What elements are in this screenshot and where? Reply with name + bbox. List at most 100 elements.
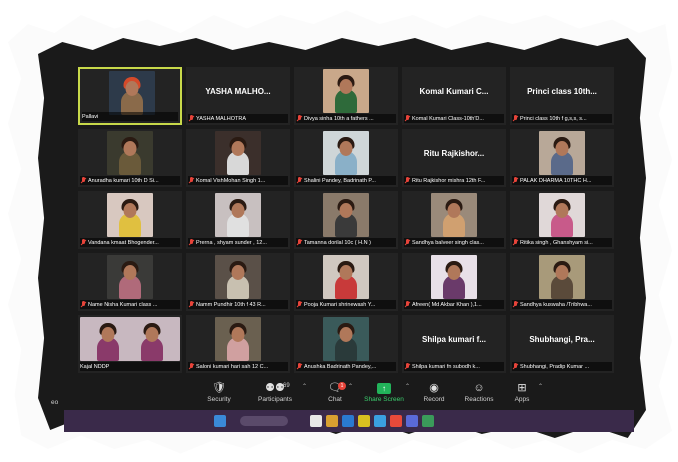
share-screen-button[interactable]: ↑ Share Screen	[359, 382, 409, 408]
participant-tile[interactable]: Afreen( Md Akbar Khan ),1...	[402, 253, 506, 311]
participant-caption: Anushka Badrinath Pandey,...	[296, 362, 396, 371]
participant-video	[215, 131, 261, 175]
taskbar-app-icon[interactable]	[374, 415, 386, 427]
participant-caption: Komal Kumari Class-10th'D...	[404, 114, 504, 123]
participant-tile[interactable]: Sandhya kuswaha /Tribhwa...	[510, 253, 614, 311]
mic-off-icon	[404, 115, 410, 122]
participants-caret-icon[interactable]: ⌃	[302, 383, 307, 390]
mic-off-icon	[296, 301, 302, 308]
mic-off-icon	[512, 239, 518, 246]
participant-display-name: Princi class 10th...	[527, 87, 597, 96]
participant-caption: Shalini Pandey, Badrinath P...	[296, 176, 396, 185]
participant-name: Ritika singh , Ghanshyam si...	[520, 239, 593, 246]
participant-name: Sandhya kuswaha /Tribhwa...	[520, 301, 592, 308]
participant-caption: Afreen( Md Akbar Khan ),1...	[404, 300, 504, 309]
participant-caption: Anuradha kumari 10th D Si...	[80, 176, 180, 185]
participant-video	[431, 255, 477, 299]
participant-tile[interactable]: Divya sinha 10th a fathers ...	[294, 67, 398, 125]
participant-name: Princi class 10th f g,s,s, s...	[520, 115, 587, 122]
participant-name: Tamanna dorilal 10c ( H.N )	[304, 239, 371, 246]
participant-video	[323, 69, 369, 113]
participant-tile[interactable]: PALAK DHARMA 10THC H...	[510, 129, 614, 187]
chat-badge: 1	[338, 382, 346, 390]
participant-name: Divya sinha 10th a fathers ...	[304, 115, 374, 122]
taskbar-search[interactable]	[240, 416, 288, 426]
participant-video	[539, 193, 585, 237]
mic-off-icon	[296, 115, 302, 122]
participant-tile[interactable]: Kajal NDDP	[78, 315, 182, 373]
participant-name: Sandhya balveer singh clas...	[412, 239, 484, 246]
participant-tile[interactable]: Namm Pundhir 10th f 43 R...	[186, 253, 290, 311]
chat-caret-icon[interactable]: ⌃	[348, 383, 353, 390]
participant-tile[interactable]: Anushka Badrinath Pandey,...	[294, 315, 398, 373]
participant-name: Shalini Pandey, Badrinath P...	[304, 177, 376, 184]
participants-button[interactable]: ⚉⚉ 69 Participants	[250, 382, 300, 408]
taskbar-app-icon[interactable]	[358, 415, 370, 427]
participant-caption: Divya sinha 10th a fathers ...	[296, 114, 396, 123]
participant-name: YASHA MALHOTRA	[196, 115, 247, 122]
participant-display-name: YASHA MALHO...	[205, 87, 271, 96]
taskbar-app-icon[interactable]	[406, 415, 418, 427]
mic-off-icon	[296, 239, 302, 246]
mic-off-icon	[404, 301, 410, 308]
mic-off-icon	[512, 363, 518, 370]
participant-tile[interactable]: Sandhya balveer singh clas...	[402, 191, 506, 249]
toolbar-edge-label: eo	[51, 399, 59, 406]
participant-name: Komal VishMohan Singh 1...	[196, 177, 266, 184]
participant-caption: Sandhya balveer singh clas...	[404, 238, 504, 247]
participant-tile[interactable]: Komal Kumari C... Komal Kumari Class-10th…	[402, 67, 506, 125]
participant-tile[interactable]: Tamanna dorilal 10c ( H.N )	[294, 191, 398, 249]
participant-video	[80, 317, 180, 361]
participant-tile[interactable]: Name Nisha Kumari class ...	[78, 253, 182, 311]
participants-count: 69	[283, 383, 290, 389]
participant-display-name: Ritu Rajkishor...	[423, 149, 485, 158]
security-button[interactable]: 🛡︎ Security	[194, 382, 244, 408]
participant-tile[interactable]: YASHA MALHO... YASHA MALHOTRA	[186, 67, 290, 125]
mic-off-icon	[80, 239, 86, 246]
participant-name: Pallavi	[82, 113, 99, 120]
participant-tile[interactable]: Princi class 10th... Princi class 10th f …	[510, 67, 614, 125]
participant-video	[323, 255, 369, 299]
mic-off-icon	[404, 177, 410, 184]
record-button[interactable]: ◉ Record	[409, 382, 459, 408]
participant-tile[interactable]: Pallavi	[78, 67, 182, 125]
participant-caption: PALAK DHARMA 10THC H...	[512, 176, 612, 185]
participant-name: Komal Kumari Class-10th'D...	[412, 115, 484, 122]
participant-tile[interactable]: Shubhangi, Pra... Shubhangi, Pradip Kumar…	[510, 315, 614, 373]
participant-tile[interactable]: Ritu Rajkishor... Ritu Rajkishor mishra 1…	[402, 129, 506, 187]
collage-stage: Pallavi YASHA MALHO... YASHA MALHOTRA Divya…	[0, 0, 678, 462]
participant-name: Shilpa kumari fn subodh k...	[412, 363, 480, 370]
participant-name: Anushka Badrinath Pandey,...	[304, 363, 377, 370]
participant-tile[interactable]: Anuradha kumari 10th D Si...	[78, 129, 182, 187]
taskbar-app-icon[interactable]	[214, 415, 226, 427]
taskbar-app-icon[interactable]	[342, 415, 354, 427]
participant-tile[interactable]: Pooja Kumari shrinewash Y...	[294, 253, 398, 311]
participant-caption: Ritu Rajkishor mishra 12th F...	[404, 176, 504, 185]
participant-video	[539, 131, 585, 175]
participant-video	[539, 255, 585, 299]
mic-off-icon	[188, 115, 194, 122]
apps-caret-icon[interactable]: ⌃	[538, 383, 543, 390]
participant-tile[interactable]: Shalini Pandey, Badrinath P...	[294, 129, 398, 187]
share-arrow-icon: ↑	[377, 383, 391, 394]
taskbar-app-icon[interactable]	[326, 415, 338, 427]
participant-video	[107, 131, 153, 175]
participant-tile[interactable]: Shilpa kumari f... Shilpa kumari fn subod…	[402, 315, 506, 373]
participant-video	[107, 255, 153, 299]
participant-name: Name Nisha Kumari class ...	[88, 301, 158, 308]
participant-caption: Kajal NDDP	[80, 362, 180, 371]
participant-caption: Saloni kumari hari sah 12 C...	[188, 362, 288, 371]
participant-tile[interactable]: Saloni kumari hari sah 12 C...	[186, 315, 290, 373]
taskbar-app-icon[interactable]	[390, 415, 402, 427]
participant-display-name: Shilpa kumari f...	[421, 335, 486, 344]
participant-tile[interactable]: Komal VishMohan Singh 1...	[186, 129, 290, 187]
participant-caption: Namm Pundhir 10th f 43 R...	[188, 300, 288, 309]
mic-off-icon	[296, 177, 302, 184]
taskbar-app-icon[interactable]	[310, 415, 322, 427]
participant-tile[interactable]: Ritika singh , Ghanshyam si...	[510, 191, 614, 249]
taskbar-app-icon[interactable]	[422, 415, 434, 427]
participant-caption: Pallavi	[82, 112, 178, 121]
mic-off-icon	[188, 363, 194, 370]
participant-tile[interactable]: Vandana kmaat Bhogender...	[78, 191, 182, 249]
participant-tile[interactable]: Prerna , shyam sunder , 12...	[186, 191, 290, 249]
